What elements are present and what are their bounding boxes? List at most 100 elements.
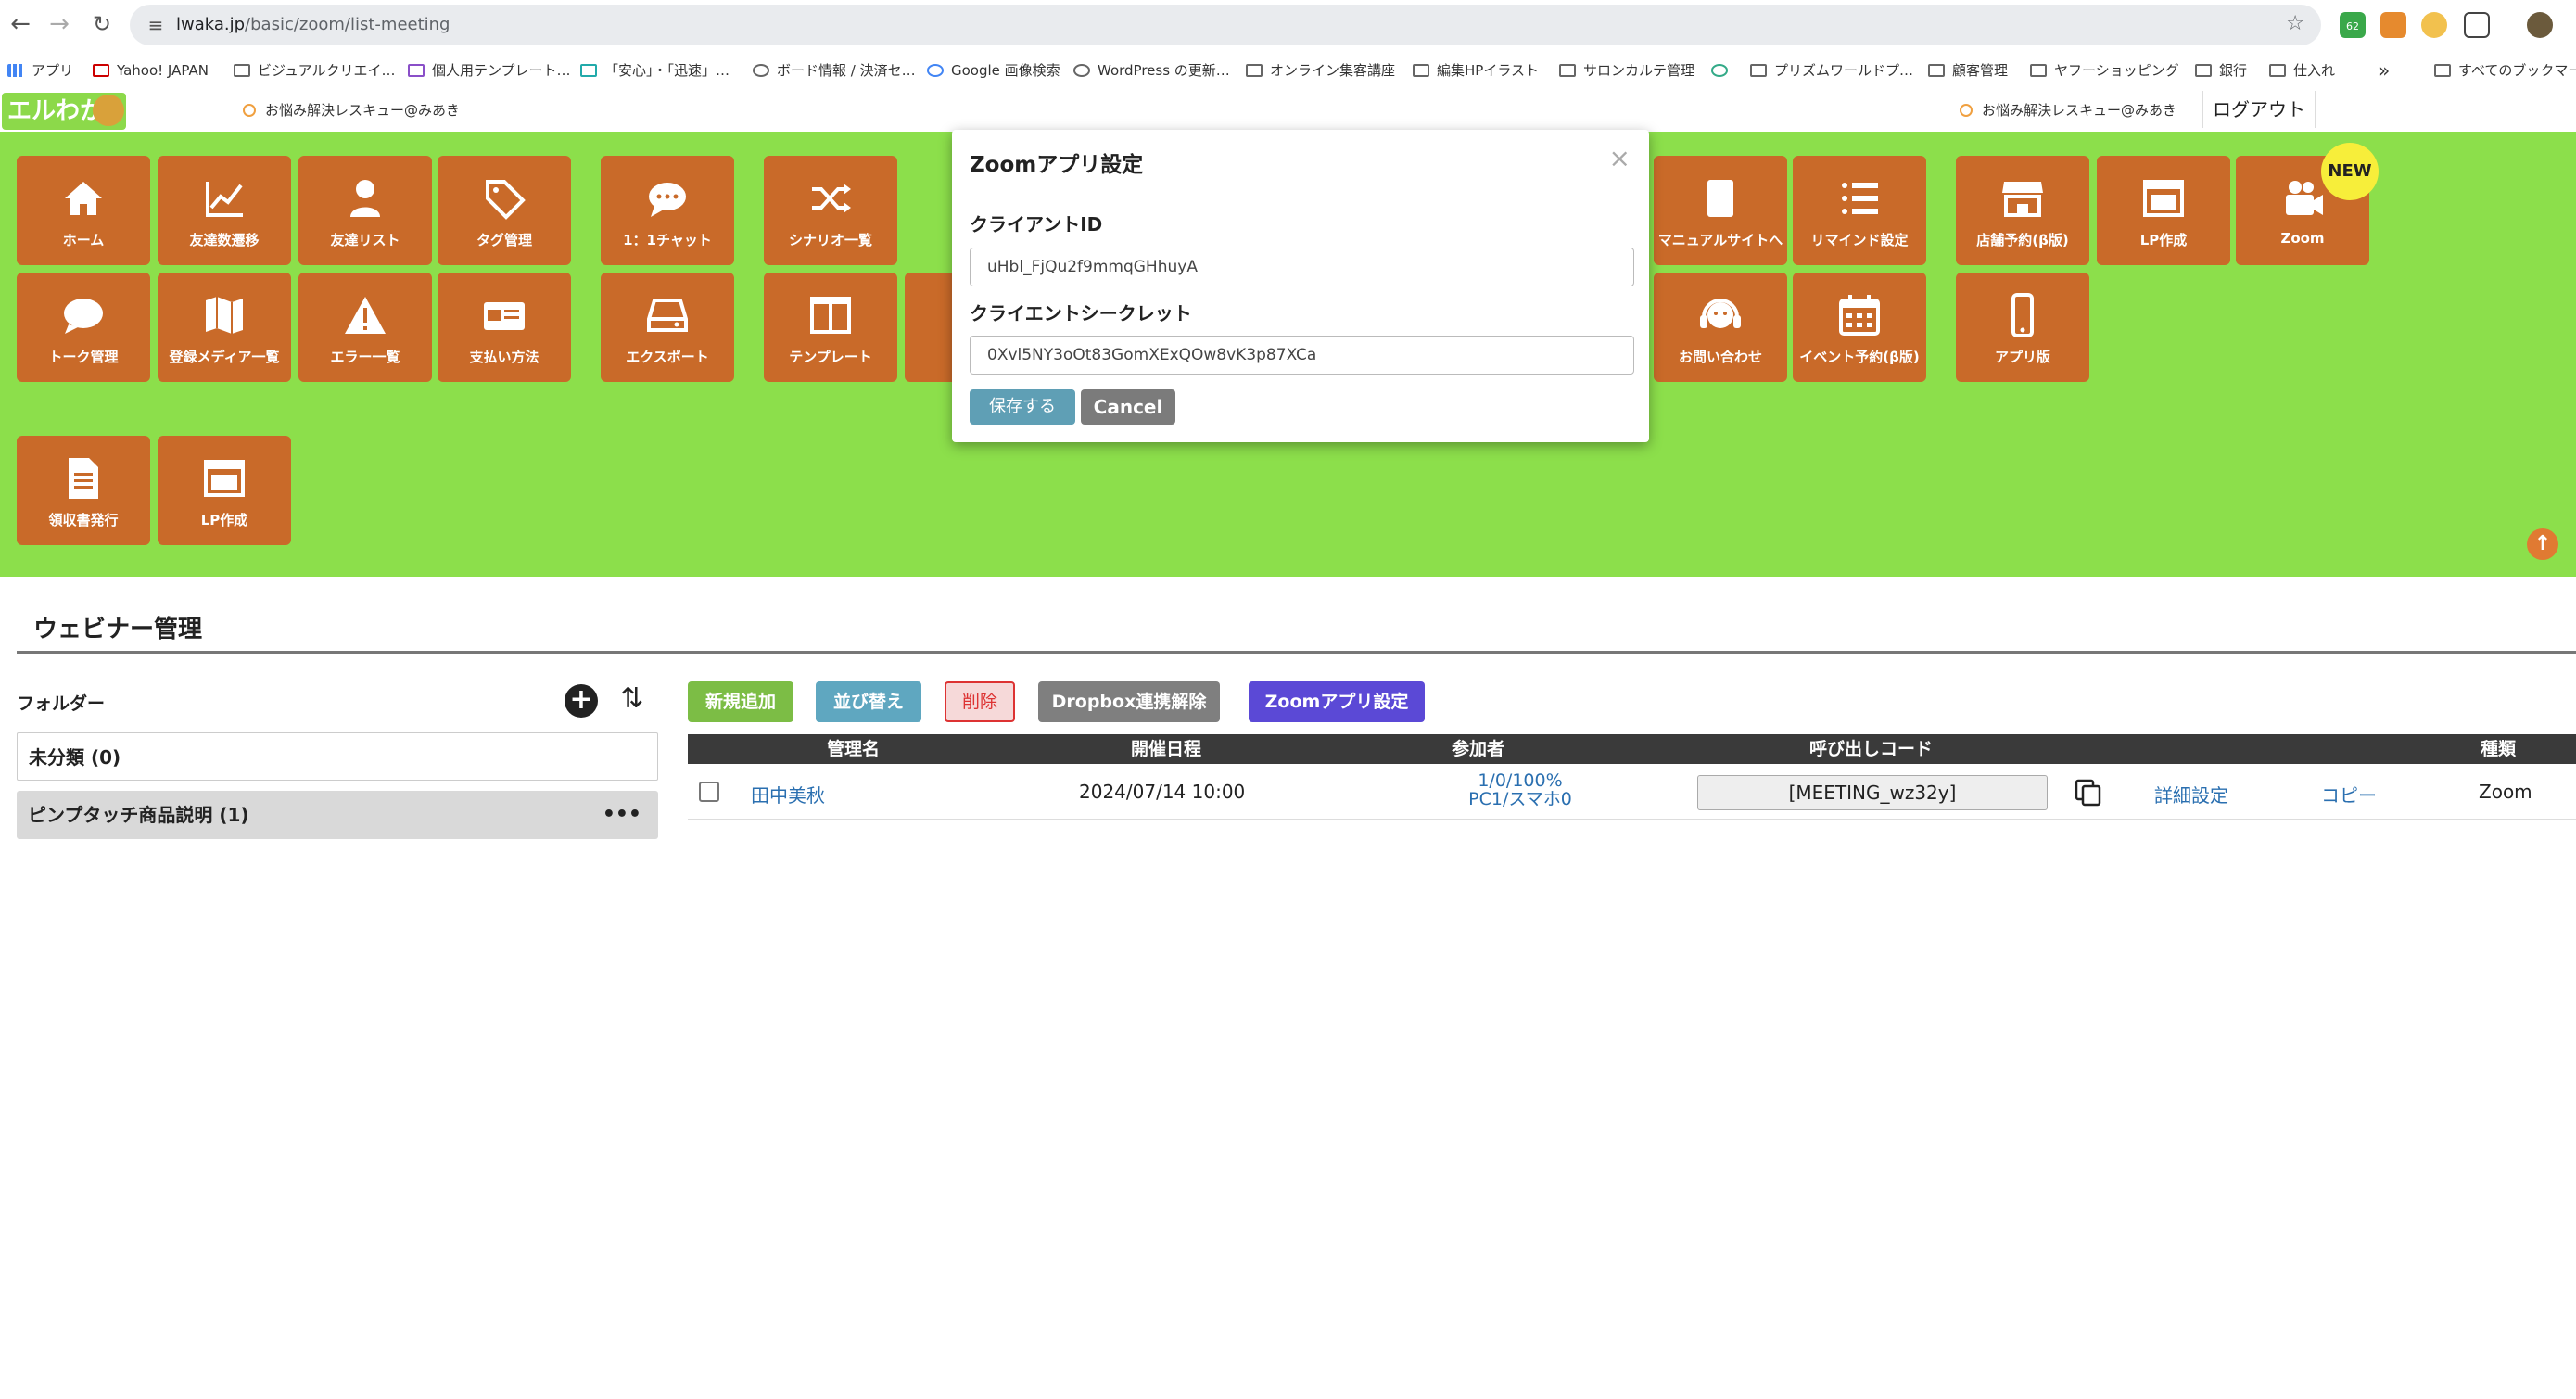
menu-tile-label: LP作成 — [2139, 232, 2188, 248]
lp-icon — [158, 456, 291, 501]
menu-tile-label: エクスポート — [626, 349, 709, 365]
menu-tile-label: お問い合わせ — [1678, 349, 1762, 365]
puzzle-icon[interactable] — [2464, 12, 2490, 38]
profile-avatar[interactable] — [2527, 12, 2553, 38]
close-icon[interactable]: × — [1609, 143, 1631, 173]
bookmark-folder[interactable]: 銀行 — [2195, 54, 2247, 87]
menu-tile[interactable]: エラー一覧 — [298, 273, 432, 382]
add-new-button[interactable]: 新規追加 — [688, 681, 793, 722]
column-header: 種類 — [2481, 739, 2517, 759]
dropbox-disconnect-button[interactable]: Dropbox連携解除 — [1038, 681, 1220, 722]
participants-link[interactable]: 1/0/100% PC1/スマホ0 — [1422, 771, 1618, 808]
metamask-icon[interactable] — [2380, 12, 2406, 38]
menu-tile[interactable]: LP作成 — [2097, 156, 2230, 265]
bookmark-folder[interactable]: サロンカルテ管理 — [1559, 54, 1694, 87]
bookmark-item[interactable]: ボード情報 / 決済セ… — [753, 54, 916, 87]
site-settings-icon[interactable]: ≡ — [143, 12, 169, 38]
bookmark-apps[interactable]: アプリ — [7, 54, 73, 87]
meeting-name-link[interactable]: 田中美秋 — [751, 781, 825, 808]
menu-tile-label: エラー一覧 — [330, 349, 400, 365]
forward-icon[interactable]: → — [43, 7, 76, 41]
menu-tile[interactable]: トーク管理 — [17, 273, 150, 382]
participants-count[interactable]: 1/0/100% — [1422, 771, 1618, 790]
extension-icon-2[interactable] — [2421, 12, 2447, 38]
menu-tile[interactable]: 友達数遷移 — [158, 156, 291, 265]
save-button[interactable]: 保存する — [970, 389, 1075, 425]
bookmark-item[interactable]: 個人用テンプレート… — [408, 54, 571, 87]
add-folder-icon[interactable]: + — [565, 684, 598, 718]
map-icon — [158, 293, 291, 337]
site-logo[interactable]: エルわか — [2, 93, 126, 130]
url-text[interactable]: lwaka.jp/basic/zoom/list-meeting — [176, 5, 450, 45]
all-bookmarks-folder[interactable]: すべてのブックマー — [2434, 54, 2576, 87]
menu-tile[interactable]: リマインド設定 — [1793, 156, 1926, 265]
call-code-field[interactable]: [MEETING_wz32y] — [1697, 775, 2048, 810]
menu-tile-label: アプリ版 — [1994, 349, 2050, 365]
client-id-input[interactable]: uHbl_FjQu2f9mmqGHhuyA — [970, 248, 1634, 286]
cancel-button[interactable]: Cancel — [1081, 389, 1175, 425]
warning-icon — [298, 293, 432, 337]
participants-device[interactable]: PC1/スマホ0 — [1422, 790, 1618, 808]
menu-tile[interactable]: 支払い方法 — [438, 273, 571, 382]
menu-tile[interactable]: イベント予約(β版) — [1793, 273, 1926, 382]
extension-icon[interactable]: 62 — [2340, 12, 2366, 38]
folder-item[interactable]: ピンプタッチ商品説明 (1) ••• — [17, 791, 658, 839]
menu-tile[interactable]: お問い合わせ — [1654, 273, 1787, 382]
menu-tile[interactable]: LP作成 — [158, 436, 291, 545]
bookmark-folder[interactable]: 顧客管理 — [1928, 54, 2008, 87]
bookmark-folder[interactable]: ビジュアルクリエイ… — [234, 54, 396, 87]
bookmark-item[interactable]: Yahoo! JAPAN — [93, 54, 209, 87]
delete-button[interactable]: 削除 — [945, 681, 1015, 722]
menu-tile[interactable]: 領収書発行 — [17, 436, 150, 545]
menu-tile-label: ホーム — [62, 232, 105, 248]
column-header: 管理名 — [827, 739, 881, 759]
menu-tile[interactable]: 店舗予約(β版) — [1956, 156, 2089, 265]
comment-icon — [17, 293, 150, 337]
bookmark-item[interactable] — [1711, 54, 1735, 87]
bookmark-folder[interactable]: ヤフーショッピング — [2030, 54, 2179, 87]
bookmark-item[interactable]: Google 画像検索 — [927, 54, 1060, 87]
menu-tile-label: 領収書発行 — [48, 512, 119, 528]
copy-icon[interactable] — [2074, 779, 2103, 807]
menu-tile[interactable]: マニュアルサイトへ — [1654, 156, 1787, 265]
sort-folder-icon[interactable]: ⇅ — [614, 680, 651, 718]
more-icon[interactable]: ••• — [603, 791, 641, 839]
back-icon[interactable]: ← — [4, 7, 37, 41]
copy-link[interactable]: コピー — [2321, 781, 2377, 808]
menu-tile[interactable]: アプリ版 — [1956, 273, 2089, 382]
calendar-icon — [1793, 293, 1926, 337]
menu-tile[interactable]: タグ管理 — [438, 156, 571, 265]
client-secret-input[interactable]: 0Xvl5NY3oOt83GomXExQOw8vK3p87XCa — [970, 336, 1634, 375]
site-header: エルわか お悩み解決レスキュー@みあき お悩み解決レスキュー@みあき ログアウト — [0, 91, 2576, 132]
bookmark-folder[interactable]: オンライン集客講座 — [1246, 54, 1395, 87]
new-badge: NEW — [2321, 143, 2379, 200]
bookmark-star-icon[interactable]: ☆ — [2286, 12, 2304, 35]
bookmark-folder[interactable]: プリズムワールドプ… — [1750, 54, 1913, 87]
row-checkbox[interactable] — [699, 782, 719, 802]
address-bar[interactable]: ≡ lwaka.jp/basic/zoom/list-meeting ☆ — [130, 5, 2321, 45]
menu-tile[interactable]: ホーム — [17, 156, 150, 265]
detail-settings-link[interactable]: 詳細設定 — [2154, 781, 2228, 808]
folder-item[interactable]: 未分類 (0) — [17, 732, 658, 781]
reload-icon[interactable]: ↻ — [85, 7, 119, 41]
zoom-settings-button[interactable]: Zoomアプリ設定 — [1249, 681, 1425, 722]
menu-tile[interactable]: テンプレート — [764, 273, 897, 382]
bookmark-item[interactable]: WordPress の更新… — [1073, 54, 1230, 87]
bookmark-folder[interactable]: 仕入れ — [2269, 54, 2335, 87]
menu-tile[interactable]: 友達リスト — [298, 156, 432, 265]
meeting-date: 2024/07/14 10:00 — [1079, 781, 1246, 803]
menu-tile[interactable]: 登録メディア一覧 — [158, 273, 291, 382]
table-header: 管理名 開催日程 参加者 呼び出しコード 種類 — [688, 734, 2576, 764]
chart-line-icon — [158, 176, 291, 221]
logout-button[interactable]: ログアウト — [2202, 91, 2316, 128]
more-bookmarks-icon[interactable]: » — [2379, 54, 2390, 87]
bookmark-folder[interactable]: 編集HPイラスト — [1413, 54, 1539, 87]
menu-tile[interactable]: シナリオ一覧 — [764, 156, 897, 265]
menu-tile[interactable]: 1：1チャット — [601, 156, 734, 265]
bookmark-item[interactable]: 「安心」・「迅速」… — [580, 54, 730, 87]
menu-tile-label: 登録メディア一覧 — [169, 349, 280, 365]
sort-button[interactable]: 並び替え — [816, 681, 921, 722]
store-icon — [1956, 176, 2089, 221]
scroll-top-icon[interactable]: ↑ — [2527, 528, 2558, 560]
menu-tile[interactable]: エクスポート — [601, 273, 734, 382]
